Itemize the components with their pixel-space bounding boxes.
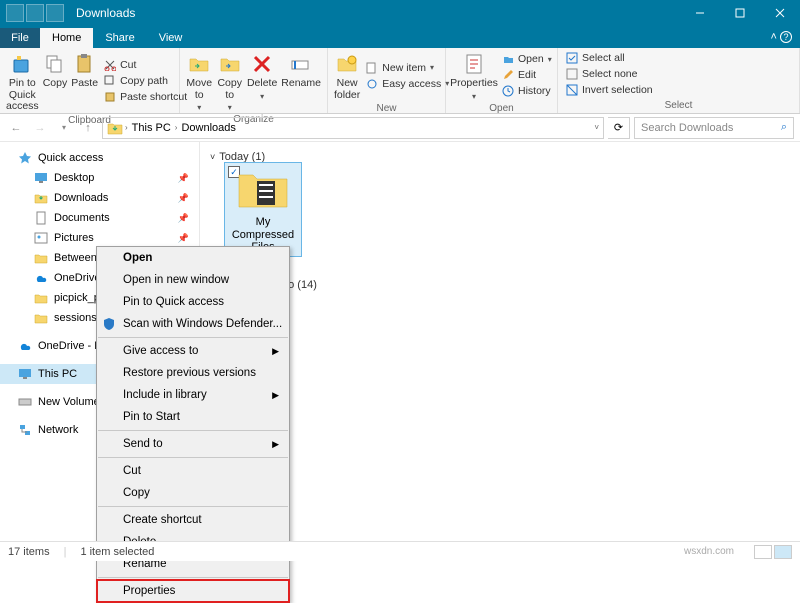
refresh-button[interactable]: ⟳ [608, 117, 630, 139]
open-button[interactable]: Open ▾ [502, 52, 552, 67]
select-none-button[interactable]: Select none [566, 67, 653, 82]
tab-view[interactable]: View [147, 28, 195, 48]
view-details-button[interactable] [754, 545, 772, 559]
select-all-button[interactable]: Select all [566, 51, 653, 66]
ctx-properties[interactable]: Properties [97, 580, 289, 602]
ctx-scan-defender[interactable]: Scan with Windows Defender... [97, 313, 289, 335]
ctx-pin-start[interactable]: Pin to Start [97, 406, 289, 428]
sidebar-item-desktop[interactable]: Desktop📌 [0, 168, 199, 188]
pin-icon: 📌 [178, 173, 189, 184]
status-item-count: 17 items [8, 546, 50, 558]
ctx-send-to[interactable]: Send to▶ [97, 433, 289, 455]
paste-button[interactable]: Paste [71, 50, 98, 113]
cut-button[interactable]: Cut [104, 58, 187, 73]
breadcrumb-segment[interactable]: Downloads [179, 122, 237, 134]
breadcrumb[interactable]: › This PC › Downloads ˅ [102, 117, 604, 139]
content-pane[interactable]: ˅Today (1) ✓ My Compressed Files go (14) [200, 142, 800, 541]
qat-btn[interactable] [6, 4, 24, 22]
ctx-cut[interactable]: Cut [97, 460, 289, 482]
pin-icon: 📌 [178, 193, 189, 204]
ctx-open[interactable]: Open [97, 247, 289, 269]
ribbon-tabs: File Home Share View ˄ ? [0, 26, 800, 48]
recent-dropdown[interactable]: ▾ [54, 118, 74, 138]
ctx-open-new-window[interactable]: Open in new window [97, 269, 289, 291]
title-bar: Downloads [0, 0, 800, 26]
qat-btn[interactable] [46, 4, 64, 22]
rename-button[interactable]: Rename [281, 50, 321, 112]
history-button[interactable]: History [502, 84, 552, 99]
edit-button[interactable]: Edit [502, 68, 552, 83]
ctx-copy[interactable]: Copy [97, 482, 289, 504]
copy-to-button[interactable]: Copy to▾ [216, 50, 242, 112]
new-item-button[interactable]: New item ▾ [366, 60, 449, 75]
view-icons-button[interactable] [774, 545, 792, 559]
search-placeholder: Search Downloads [641, 122, 733, 134]
back-button[interactable]: ← [6, 118, 26, 138]
watermark: wsxdn.com [684, 546, 734, 557]
group-label: Open [452, 101, 551, 116]
qat-btn[interactable] [26, 4, 44, 22]
new-folder-button[interactable]: New folder [334, 50, 360, 101]
move-to-button[interactable]: Move to▾ [186, 50, 212, 112]
delete-button[interactable]: Delete▾ [247, 50, 277, 112]
address-bar: ← → ▾ ↑ › This PC › Downloads ˅ ⟳ Search… [0, 114, 800, 142]
close-button[interactable] [760, 0, 800, 26]
easy-access-button[interactable]: Easy access ▾ [366, 76, 449, 91]
breadcrumb-dropdown-icon[interactable]: ˅ [594, 123, 599, 132]
sidebar-item-documents[interactable]: Documents📌 [0, 208, 199, 228]
search-input[interactable]: Search Downloads ⌕ [634, 117, 794, 139]
tab-home[interactable]: Home [40, 28, 93, 48]
submenu-arrow-icon: ▶ [272, 390, 279, 401]
pin-quick-access-button[interactable]: Pin to Quick access [6, 50, 39, 113]
status-bar: 17 items | 1 item selected wsxdn.com [0, 541, 800, 561]
status-selected-count: 1 item selected [80, 546, 154, 558]
up-button[interactable]: ↑ [78, 118, 98, 138]
pin-icon: 📌 [178, 233, 189, 244]
window-title: Downloads [70, 6, 680, 20]
invert-selection-button[interactable]: Invert selection [566, 83, 653, 98]
ctx-pin-quick-access[interactable]: Pin to Quick access [97, 291, 289, 313]
chevron-down-icon: ˅ [210, 152, 215, 162]
group-label: Select [564, 98, 793, 113]
tab-share[interactable]: Share [93, 28, 146, 48]
sidebar-item-pictures[interactable]: Pictures📌 [0, 228, 199, 248]
quick-access-toolbar [0, 4, 70, 22]
ctx-restore-versions[interactable]: Restore previous versions [97, 362, 289, 384]
list-item[interactable]: ✓ My Compressed Files [224, 162, 302, 257]
ctx-create-shortcut[interactable]: Create shortcut [97, 509, 289, 531]
properties-button[interactable]: Properties▾ [452, 50, 496, 101]
group-label: New [334, 101, 439, 116]
tab-file[interactable]: File [0, 28, 40, 48]
copy-button[interactable]: Copy [43, 50, 68, 113]
submenu-arrow-icon: ▶ [272, 439, 279, 450]
copy-path-button[interactable]: Copy path [104, 74, 187, 89]
minimize-button[interactable] [680, 0, 720, 26]
downloads-icon [107, 120, 123, 136]
sidebar-item-downloads[interactable]: Downloads📌 [0, 188, 199, 208]
submenu-arrow-icon: ▶ [272, 346, 279, 357]
search-icon: ⌕ [781, 121, 787, 134]
breadcrumb-segment[interactable]: This PC [130, 122, 173, 134]
help-dropdown-icon[interactable]: ˄ ? [771, 31, 792, 43]
folder-icon [237, 167, 289, 211]
forward-button[interactable]: → [30, 118, 50, 138]
maximize-button[interactable] [720, 0, 760, 26]
shield-icon [102, 317, 116, 331]
paste-shortcut-button[interactable]: Paste shortcut [104, 90, 187, 105]
ribbon: Pin to Quick access Copy Paste Cut Copy … [0, 48, 800, 114]
pin-icon: 📌 [178, 213, 189, 224]
ctx-include-library[interactable]: Include in library▶ [97, 384, 289, 406]
ctx-give-access[interactable]: Give access to▶ [97, 340, 289, 362]
sidebar-item-quick-access[interactable]: Quick access [0, 148, 199, 168]
